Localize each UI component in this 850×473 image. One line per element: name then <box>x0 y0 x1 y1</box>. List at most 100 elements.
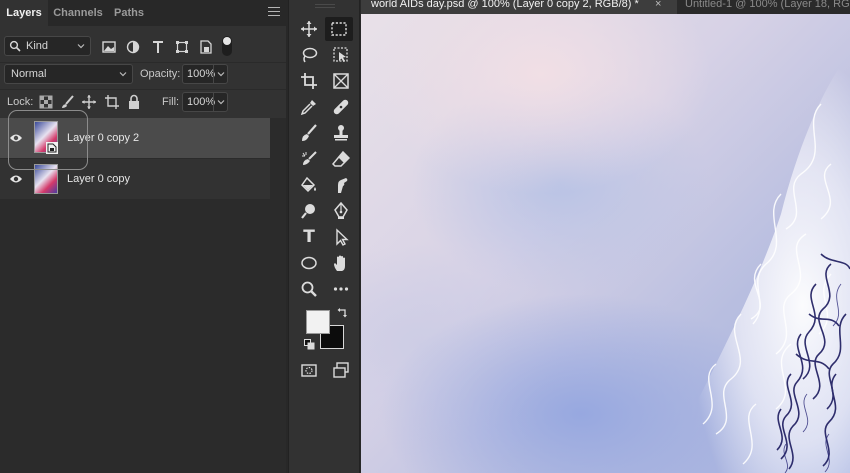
canvas-artwork <box>661 54 850 473</box>
fill-label: Fill: <box>162 96 180 108</box>
path-selection-arrow-icon <box>336 228 349 246</box>
blend-mode-select[interactable]: Normal <box>4 64 133 84</box>
crop-icon <box>301 73 317 89</box>
healing-brush-tool[interactable] <box>327 95 355 119</box>
lock-image-pixels-icon[interactable] <box>60 94 76 110</box>
layer-list-scrollbar[interactable] <box>270 118 286 473</box>
filter-kind-label: Kind <box>26 40 49 52</box>
foreground-color-swatch[interactable] <box>306 310 330 334</box>
opacity-value: 100% <box>187 68 216 80</box>
opacity-dropdown-arrow[interactable] <box>213 65 227 83</box>
chevron-down-icon <box>217 72 225 77</box>
screen-mode-button[interactable] <box>327 358 355 382</box>
pen-icon <box>334 202 348 219</box>
smart-object-filter-icon[interactable] <box>198 39 214 55</box>
path-selection-tool[interactable] <box>327 225 355 249</box>
tab-channels[interactable]: Channels <box>50 0 106 26</box>
adjustment-filter-icon[interactable] <box>125 39 141 55</box>
drag-preview-outline <box>8 110 88 170</box>
smudge-icon <box>338 178 348 193</box>
panel-menu-icon[interactable] <box>268 7 280 19</box>
fill-value: 100% <box>187 96 216 108</box>
quick-mask-icon <box>301 364 317 377</box>
default-colors-icon[interactable] <box>304 339 315 350</box>
layer-list: Layer 0 copy 2 Layer 0 copy <box>0 118 270 473</box>
panel-tab-strip: Layers Channels Paths <box>0 0 286 26</box>
more-tools-button[interactable] <box>327 277 355 301</box>
eye-icon[interactable] <box>9 173 23 185</box>
lock-all-icon[interactable] <box>126 94 142 110</box>
type-filter-icon[interactable] <box>150 39 166 55</box>
crop-tool[interactable] <box>295 69 323 93</box>
tab-layers[interactable]: Layers <box>0 0 48 26</box>
smudge-tool[interactable] <box>327 173 355 197</box>
fill-dropdown-arrow[interactable] <box>213 93 227 111</box>
quick-mask-button[interactable] <box>295 358 323 382</box>
ellipse-tool[interactable] <box>295 251 323 275</box>
move-tool[interactable] <box>295 17 323 41</box>
dodge-tool[interactable] <box>295 199 323 223</box>
object-selection-icon <box>333 47 348 62</box>
lock-label: Lock: <box>7 96 34 108</box>
object-selection-tool[interactable] <box>327 43 355 67</box>
type-icon: T <box>303 227 315 247</box>
swap-colors-icon[interactable] <box>337 308 348 319</box>
fill-input[interactable]: 100% <box>182 92 228 112</box>
hand-icon <box>334 255 345 271</box>
filter-kind-select[interactable]: Kind <box>4 36 91 56</box>
frame-tool[interactable] <box>327 69 355 93</box>
toolbar-grip[interactable] <box>315 4 335 8</box>
blend-row: Normal Opacity: 100% <box>0 64 286 88</box>
ellipsis-icon <box>333 287 349 291</box>
paint-bucket-tool[interactable] <box>295 173 323 197</box>
document-tab-bar: world AIDs day.psd @ 100% (Layer 0 copy … <box>361 0 850 14</box>
pen-tool[interactable] <box>327 199 355 223</box>
brush-icon <box>302 124 317 141</box>
paint-bucket-icon <box>301 176 316 193</box>
chevron-down-icon <box>119 72 127 77</box>
hand-tool[interactable] <box>327 251 355 275</box>
bandage-icon <box>333 99 349 115</box>
document-canvas[interactable] <box>361 14 850 473</box>
dodge-icon <box>301 204 315 219</box>
eyedropper-tool[interactable] <box>295 95 323 119</box>
tab-paths[interactable]: Paths <box>108 0 150 26</box>
document-tab-untitled-1[interactable]: Untitled-1 @ 100% (Layer 18, RG <box>679 0 850 14</box>
opacity-input[interactable]: 100% <box>182 64 228 84</box>
document-tab-world-aids-day[interactable]: world AIDs day.psd @ 100% (Layer 0 copy … <box>361 0 677 14</box>
blend-mode-value: Normal <box>11 68 47 80</box>
stamp-icon <box>334 125 348 141</box>
eyedropper-icon <box>300 100 316 116</box>
lock-transparent-pixels-icon[interactable] <box>38 94 54 110</box>
lock-position-icon[interactable] <box>81 94 97 110</box>
lasso-icon <box>302 47 318 63</box>
layers-panel: Layers Channels Paths Kind Normal Opacit… <box>0 0 286 473</box>
zoom-icon <box>301 281 317 297</box>
filter-toggle-switch[interactable] <box>222 36 232 56</box>
rectangular-marquee-tool[interactable] <box>325 17 353 41</box>
eraser-icon <box>332 150 350 167</box>
type-tool[interactable]: T <box>295 225 323 249</box>
document-tab-label: world AIDs day.psd @ 100% (Layer 0 copy … <box>371 0 639 10</box>
layer-name[interactable]: Layer 0 copy <box>67 173 130 185</box>
chevron-down-icon <box>77 44 85 49</box>
lock-artboard-icon[interactable] <box>104 94 120 110</box>
pixel-filter-icon[interactable] <box>101 39 117 55</box>
brush-tool[interactable] <box>295 121 323 145</box>
history-brush-tool[interactable] <box>295 147 323 171</box>
opacity-label: Opacity: <box>140 68 181 80</box>
zoom-tool[interactable] <box>295 277 323 301</box>
chevron-down-icon <box>217 100 225 105</box>
ellipse-icon <box>301 256 317 270</box>
eraser-tool[interactable] <box>327 147 355 171</box>
search-icon <box>9 40 21 52</box>
screen-mode-icon <box>333 362 349 378</box>
clone-stamp-tool[interactable] <box>327 121 355 145</box>
lasso-tool[interactable] <box>295 43 323 67</box>
marquee-icon <box>331 22 347 36</box>
history-brush-icon <box>302 151 317 165</box>
document-tab-label: Untitled-1 @ 100% (Layer 18, RG <box>685 0 850 10</box>
close-icon[interactable]: × <box>655 0 661 10</box>
move-icon <box>301 21 317 37</box>
shape-filter-icon[interactable] <box>174 39 190 55</box>
